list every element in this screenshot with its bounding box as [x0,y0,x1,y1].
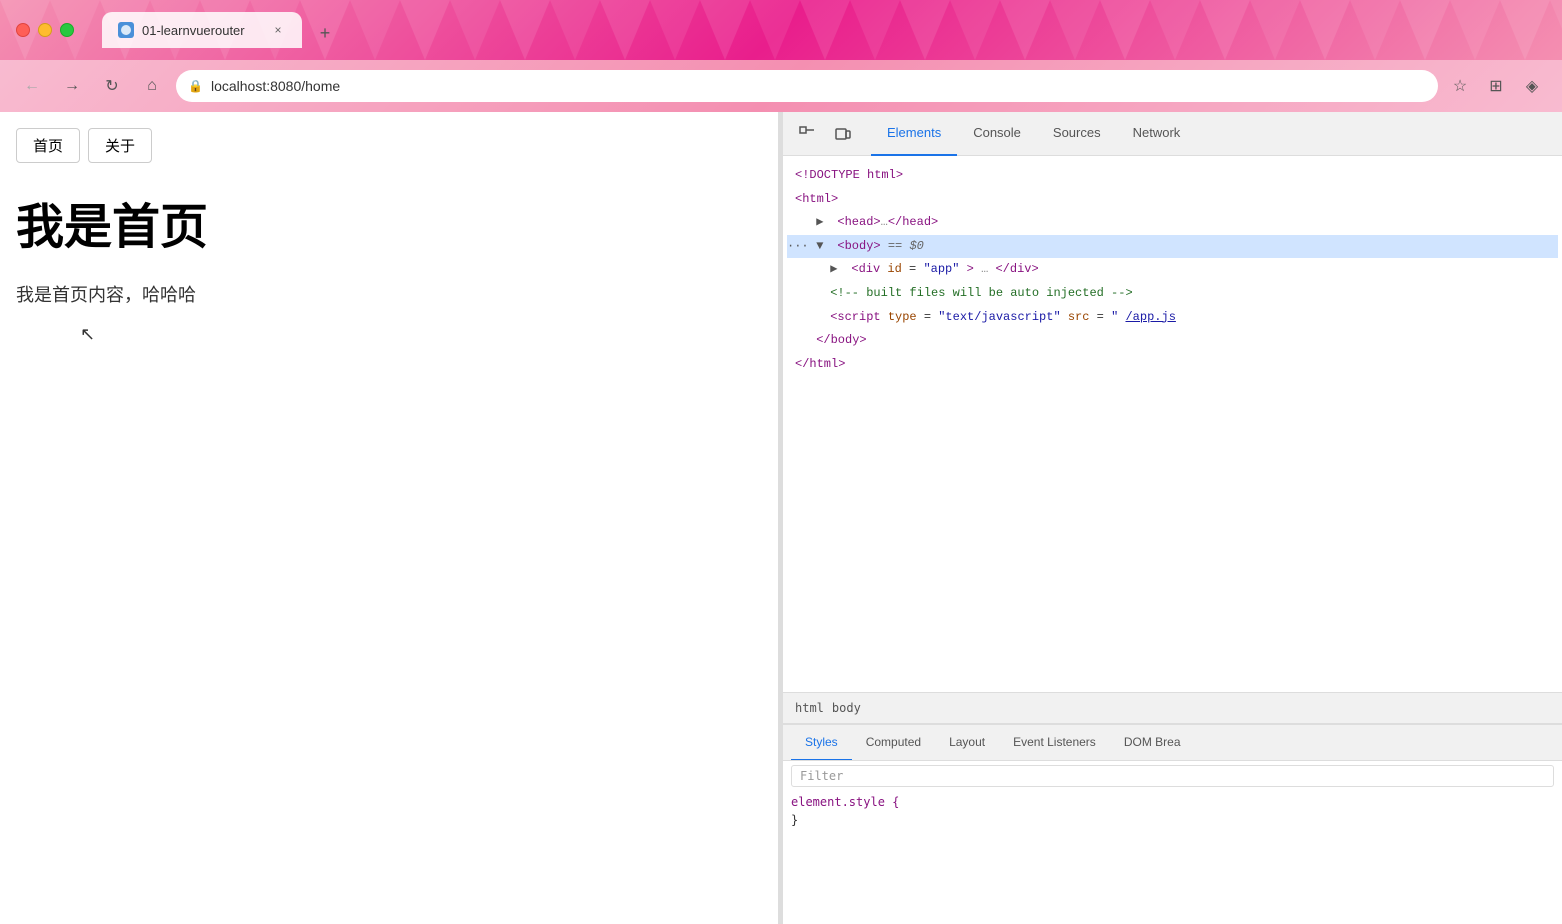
reload-icon: ↻ [105,76,118,96]
css-element-rule: element.style { [791,795,1554,809]
dom-body-close: </body> [787,329,1558,353]
minimize-button[interactable] [38,23,52,37]
filter-bar: Filter [791,765,1554,787]
tab-elements[interactable]: Elements [871,112,957,156]
devtools-bottom-panel: Styles Computed Layout Event Listeners D… [783,724,1562,924]
device-toolbar-icon[interactable] [827,118,859,150]
forward-icon: → [64,77,80,95]
dom-html-close: </html> [787,353,1558,377]
dom-collapse-body-icon[interactable]: ▼ [816,236,830,258]
styles-tab[interactable]: Styles [791,725,852,761]
address-bar[interactable]: 🔒 localhost:8080/home [176,70,1438,102]
tab-console[interactable]: Console [957,112,1037,156]
tab-title: 01-learnvuerouter [142,23,262,38]
title-bar: 01-learnvuerouter × + [0,0,1562,60]
dom-comment: <!-- built files will be auto injected -… [787,282,1558,306]
tab-sources[interactable]: Sources [1037,112,1117,156]
devtools-breadcrumb: html body [783,692,1562,724]
tab-close-button[interactable]: × [270,22,286,38]
devtools-bottom-tabs: Styles Computed Layout Event Listeners D… [783,725,1562,761]
lock-icon: 🔒 [188,79,203,93]
mouse-cursor: ↖ [80,324,95,345]
devtools-tabs: Elements Console Sources Network [871,112,1196,156]
dom-html-open: <html> [787,188,1558,212]
nav-bar: ← → ↻ ⌂ 🔒 localhost:8080/home ☆ ⊞ ◈ [0,60,1562,112]
forward-button[interactable]: → [56,70,88,102]
traffic-lights [16,23,74,37]
back-icon: ← [24,77,40,95]
tab-favicon [118,22,134,38]
page-nav: 首页 关于 [0,112,778,179]
back-button[interactable]: ← [16,70,48,102]
address-text: localhost:8080/home [211,78,1426,94]
qr-icon[interactable]: ⊞ [1482,72,1510,100]
computed-tab[interactable]: Computed [852,725,935,761]
page-heading: 我是首页 [0,179,778,273]
profile-icon[interactable]: ◈ [1518,72,1546,100]
dom-script: <script type = "text/javascript" src = "… [787,306,1558,330]
tab-network[interactable]: Network [1117,112,1197,156]
nav-right-icons: ☆ ⊞ ◈ [1446,72,1546,100]
home-button[interactable]: ⌂ [136,70,168,102]
dom-tree[interactable]: <!DOCTYPE html> <html> ▶ <head>…</head> … [783,156,1562,692]
active-tab[interactable]: 01-learnvuerouter × [102,12,302,48]
dom-breakpoints-tab[interactable]: DOM Brea [1110,725,1195,761]
home-icon: ⌂ [147,77,157,95]
dom-div-app[interactable]: ▶ <div id = "app" > … </div> [787,258,1558,282]
close-button[interactable] [16,23,30,37]
dom-body-line[interactable]: ··· ▼ <body> == $0 [787,235,1558,259]
dom-doctype: <!DOCTYPE html> [787,164,1558,188]
devtools-toolbar: Elements Console Sources Network [783,112,1562,156]
page-body-text: 我是首页内容，哈哈哈 [0,273,778,315]
about-nav-button[interactable]: 关于 [88,128,152,163]
dom-expand-div-icon[interactable]: ▶ [830,259,844,281]
inspect-element-icon[interactable] [791,118,823,150]
breadcrumb-html[interactable]: html [795,701,824,715]
dom-expand-head-icon[interactable]: ▶ [816,212,830,234]
tab-bar: 01-learnvuerouter × + [102,12,340,48]
main-area: 首页 关于 ↖ 我是首页 我是首页内容，哈哈哈 [0,112,1562,924]
reload-button[interactable]: ↻ [96,70,128,102]
maximize-button[interactable] [60,23,74,37]
script-src-link[interactable]: /app.js [1125,310,1175,324]
home-nav-button[interactable]: 首页 [16,128,80,163]
event-listeners-tab[interactable]: Event Listeners [999,725,1110,761]
css-rule-close: } [791,813,1554,827]
devtools-panel: Elements Console Sources Network <!DO [782,112,1562,924]
layout-tab[interactable]: Layout [935,725,999,761]
dom-head-collapsed[interactable]: ▶ <head>…</head> [787,211,1558,235]
styles-panel: Filter element.style { } [783,761,1562,924]
breadcrumb-body[interactable]: body [832,701,861,715]
bookmark-icon[interactable]: ☆ [1446,72,1474,100]
page-content: 首页 关于 ↖ 我是首页 我是首页内容，哈哈哈 [0,112,778,924]
new-tab-button[interactable]: + [310,18,340,48]
